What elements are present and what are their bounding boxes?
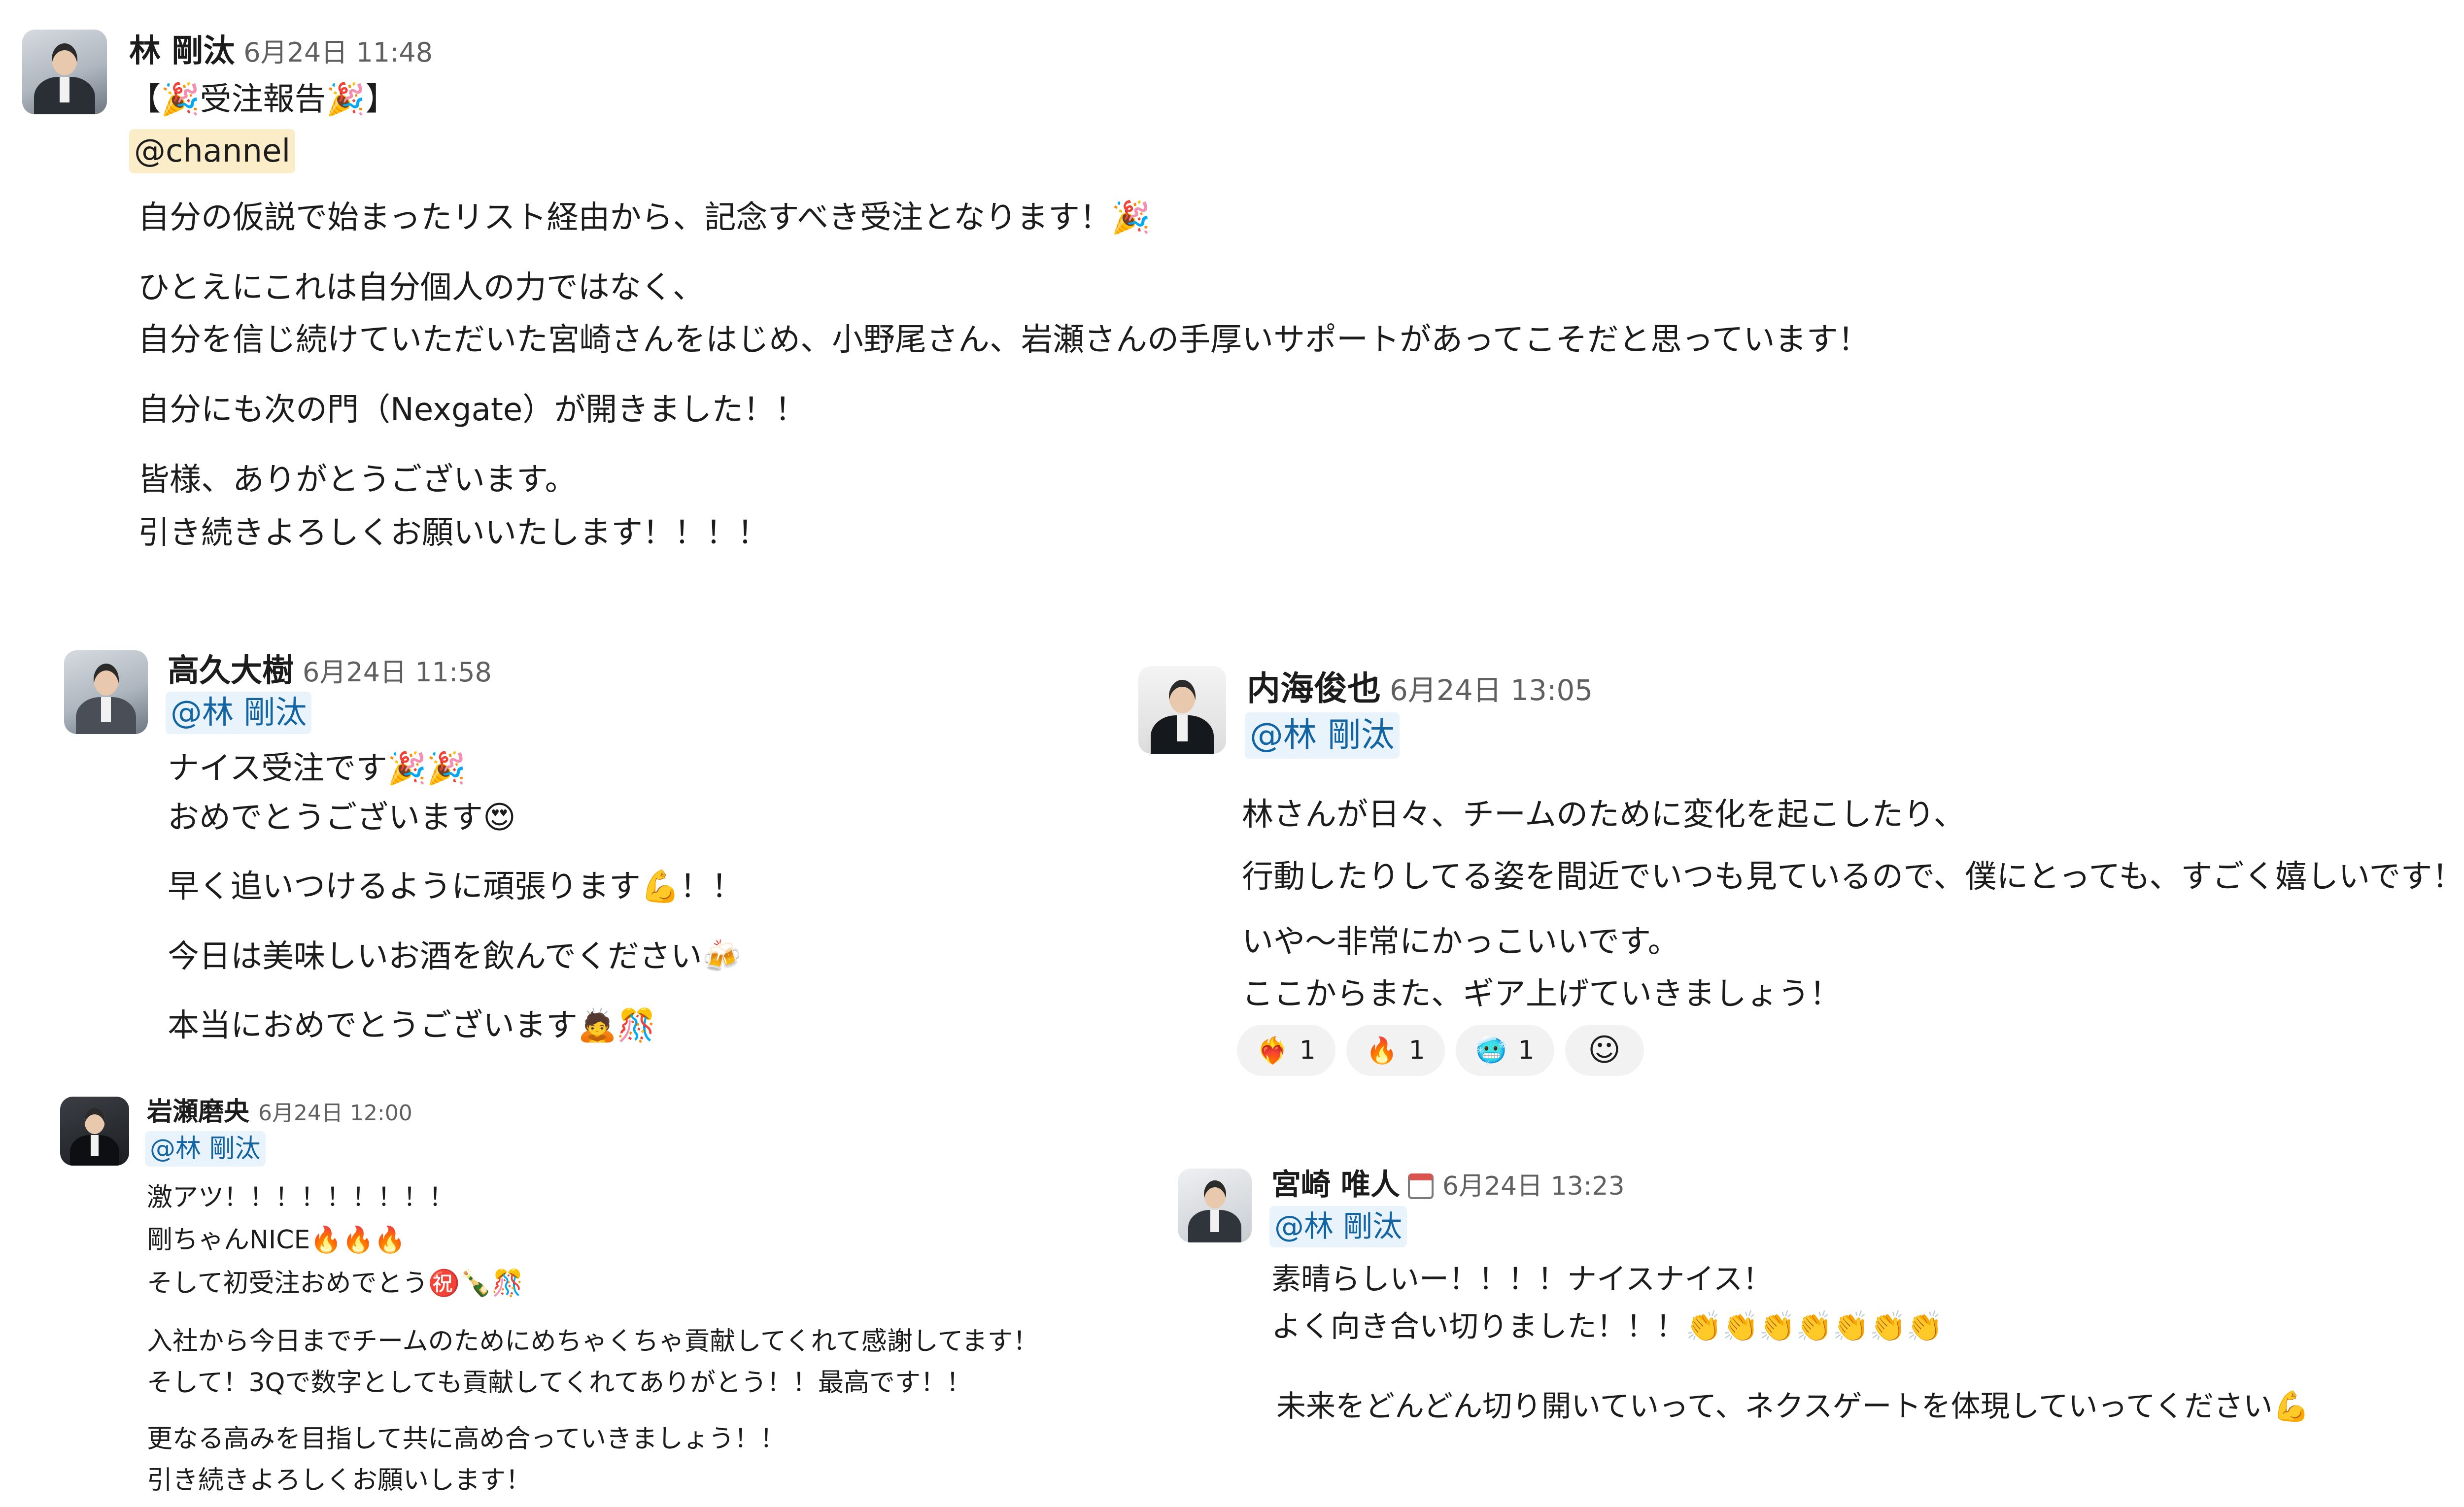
message-line: 【🎉受注報告🎉】: [129, 81, 397, 118]
user-mention[interactable]: @林 剛汰: [145, 1131, 266, 1167]
timestamp[interactable]: 6月24日 11:58: [303, 657, 492, 688]
message-line: そして！3Qで数字としても貢献してくれてありがとう！！最高です！！: [147, 1368, 972, 1398]
avatar[interactable]: [60, 1097, 129, 1166]
channel-mention[interactable]: @channel: [129, 129, 296, 173]
reaction-count: 1: [1518, 1036, 1535, 1065]
fire-icon: 🔥: [1366, 1036, 1398, 1066]
message-line: ここからまた、ギア上げていきましょう！: [1242, 976, 1841, 1012]
add-reaction-button[interactable]: ☺: [1565, 1025, 1644, 1076]
avatar[interactable]: [1138, 666, 1226, 754]
avatar[interactable]: [64, 650, 148, 734]
message-header: 内海俊也 6月24日 13:05: [1247, 661, 1593, 710]
sender-name[interactable]: 高久大樹: [168, 653, 294, 689]
message-line: 行動したりしてる姿を間近でいつも見ているので、僕にとっても、すごく嬉しいです！: [1242, 859, 2464, 895]
message-line: そして初受注おめでとう㊗️🍾🎊: [147, 1269, 524, 1298]
message-header: 高久大樹 6月24日 11:58: [168, 645, 492, 691]
reaction-count: 1: [1299, 1036, 1316, 1065]
message-header: 岩瀬磨央 6月24日 12:00: [147, 1091, 412, 1128]
message-line: 早く追いつけるように頑張ります💪！！: [168, 869, 743, 905]
message-line: いや〜非常にかっこいいです。: [1242, 924, 1679, 960]
message-line: 自分を信じ続けていただいた宮崎さんをはじめ、小野尾さん、岩瀬さんの手厚いサポート…: [138, 322, 1870, 358]
message-line: 未来をどんどん切り開いていって、ネクスゲートを体現していってください💪: [1276, 1389, 2310, 1424]
message-header: 宮崎 唯人 6月24日 13:23: [1271, 1161, 1625, 1204]
message-line: 本当におめでとうございます🙇🎊: [168, 1007, 656, 1044]
message-line: よく向き合い切りました！！！👏👏👏👏👏👏👏: [1271, 1309, 1943, 1344]
message-line: ひとえにこれは自分個人の力ではなく、: [138, 269, 704, 306]
reaction-bar: ❤️‍🔥 1 🔥 1 🥶 1 ☺: [1237, 1025, 1644, 1076]
sender-name[interactable]: 内海俊也: [1247, 670, 1381, 708]
message-line: 自分の仮説で始まったリスト経由から、記念すべき受注となります！🎉: [138, 200, 1151, 236]
avatar[interactable]: [1178, 1169, 1252, 1242]
message-header: 林 剛汰 6月24日 11:48: [129, 26, 433, 71]
message-line: 林さんが日々、チームのために変化を起こしたり、: [1242, 797, 1965, 833]
message-line: 剛ちゃんNICE🔥🔥🔥: [147, 1225, 406, 1255]
message-line: 今日は美味しいお酒を飲んでください🍻: [168, 938, 742, 975]
sender-name[interactable]: 林 剛汰: [129, 33, 235, 69]
add-reaction-icon: ☺: [1588, 1032, 1621, 1069]
message-line: おめでとうございます😍: [168, 800, 516, 836]
calendar-icon: [1407, 1173, 1434, 1200]
message-line: 引き続きよろしくお願いいたします！！！！: [138, 515, 769, 551]
timestamp[interactable]: 6月24日 12:00: [258, 1101, 412, 1126]
message-line: 激アツ！！！！！！！！！: [147, 1183, 455, 1212]
user-mention[interactable]: @林 剛汰: [1245, 712, 1400, 759]
timestamp[interactable]: 6月24日 13:23: [1442, 1172, 1625, 1201]
message-line: 素晴らしいー！！！！ナイスナイス！: [1271, 1262, 1773, 1297]
user-mention[interactable]: @林 剛汰: [1269, 1206, 1407, 1247]
message-line: 更なる高みを目指して共に高め合っていきましょう！！: [147, 1424, 786, 1454]
timestamp[interactable]: 6月24日 13:05: [1390, 673, 1593, 707]
timestamp[interactable]: 6月24日 11:48: [243, 37, 433, 68]
message-line: 引き続きよろしくお願いします！: [147, 1466, 532, 1495]
message-line: 入社から今日までチームのためにめちゃくちゃ貢献してくれて感謝してます！: [147, 1327, 1039, 1356]
user-mention[interactable]: @林 剛汰: [166, 692, 312, 734]
message-line: 自分にも次の門（Nexgate）が開きました！！: [138, 392, 807, 428]
heart-on-fire-icon: ❤️‍🔥: [1257, 1036, 1289, 1066]
reaction-fire[interactable]: 🔥 1: [1346, 1025, 1445, 1076]
reaction-cold-face[interactable]: 🥶 1: [1455, 1025, 1554, 1076]
message-line: 皆様、ありがとうございます。: [138, 462, 577, 498]
avatar[interactable]: [22, 30, 107, 114]
sender-name[interactable]: 岩瀬磨央: [147, 1097, 249, 1127]
sender-name[interactable]: 宮崎 唯人: [1271, 1168, 1400, 1202]
message-line: ナイス受注です🎉🎉: [168, 750, 466, 787]
cold-face-icon: 🥶: [1475, 1036, 1507, 1066]
reaction-count: 1: [1408, 1036, 1425, 1065]
reaction-heart-on-fire[interactable]: ❤️‍🔥 1: [1237, 1025, 1335, 1076]
